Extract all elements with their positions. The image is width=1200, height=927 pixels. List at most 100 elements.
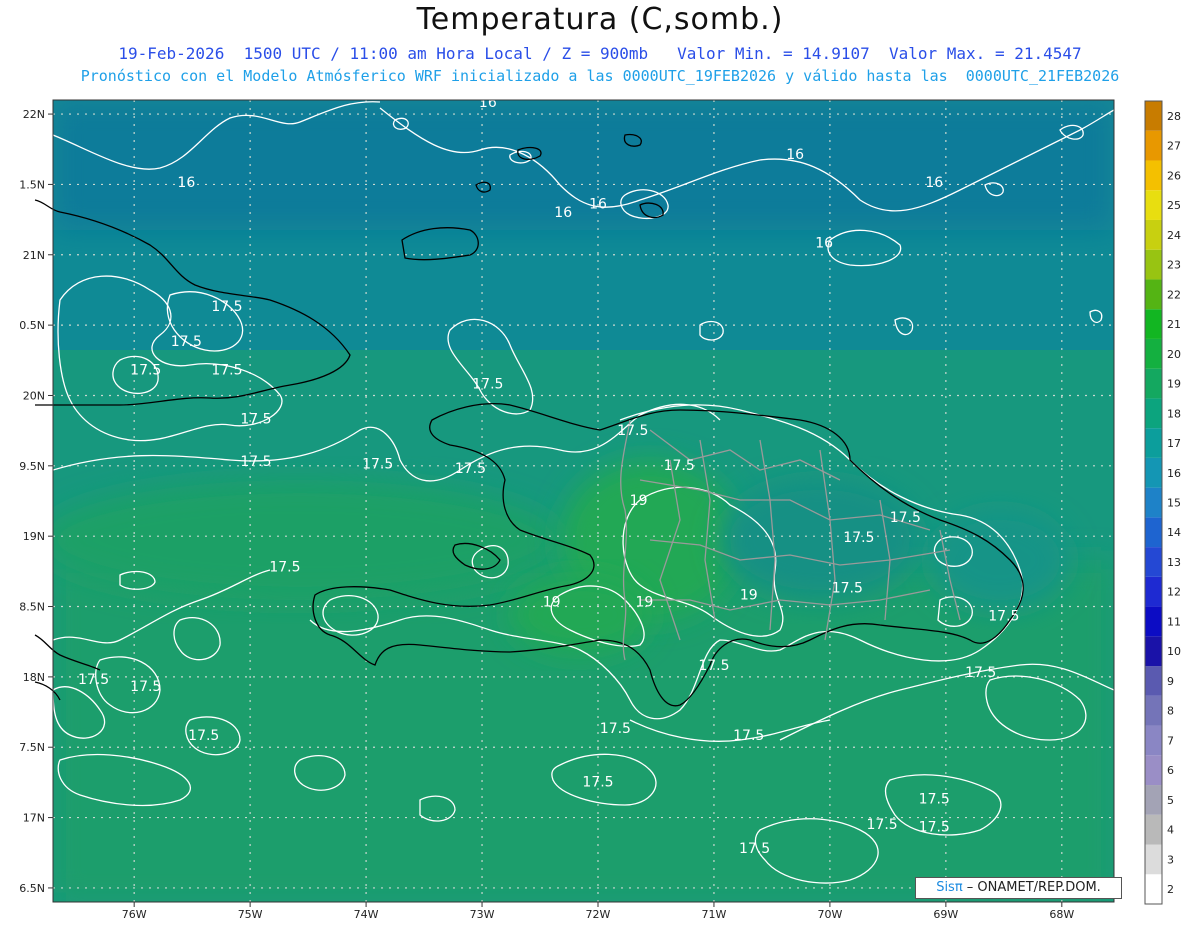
contour-label: 17.5	[211, 362, 242, 378]
colorbar-swatch	[1145, 636, 1162, 667]
colorbar-swatch	[1145, 785, 1162, 815]
colorbar-level-label: 18	[1167, 407, 1181, 420]
colorbar-swatch	[1145, 101, 1162, 131]
colorbar-level-label: 2	[1167, 883, 1174, 896]
contour-label: 17.5	[240, 454, 271, 470]
colorbar-swatch	[1145, 844, 1162, 875]
colorbar-swatch	[1145, 368, 1162, 399]
contour-label: 17.5	[269, 559, 300, 575]
contour-label: 17.5	[582, 775, 613, 791]
colorbar-level-label: 13	[1167, 556, 1181, 569]
credit-text: – ONAMET/REP.DOM.	[962, 880, 1101, 895]
lat-tick-label: 22N	[23, 108, 45, 121]
temperature-map: 16 16 16 16 16 16 16 17.5 17.5 17.5 17.5 17.5 17.5 17…	[19, 95, 1181, 921]
colorbar-level-label: 11	[1167, 615, 1181, 628]
lat-tick-label: 20N	[23, 389, 45, 402]
contour-label: 16	[589, 196, 607, 212]
colorbar-level-label: 28	[1167, 110, 1181, 123]
colorbar-swatch	[1145, 457, 1162, 488]
colorbar-swatch	[1145, 398, 1162, 429]
contour-label: 17.5	[188, 728, 219, 744]
credit-box: Sisπ – ONAMET/REP.DOM.	[915, 877, 1122, 899]
colorbar-swatch	[1145, 576, 1162, 607]
sispi-logo: Sisπ	[936, 880, 963, 895]
lat-tick-label: 6.5N	[19, 882, 45, 895]
colorbar-level-label: 27	[1167, 140, 1181, 153]
contour-label: 16	[554, 205, 572, 221]
colorbar-swatch	[1145, 755, 1162, 786]
colorbar-swatch	[1145, 487, 1162, 518]
contour-label: 17.5	[733, 728, 764, 744]
contour-label: 17.5	[919, 820, 950, 836]
contour-label: 17.5	[698, 658, 729, 674]
contour-label: 16	[786, 147, 804, 163]
colorbar-level-label: 5	[1167, 794, 1174, 807]
colorbar-level-label: 7	[1167, 734, 1174, 747]
contour-label: 17.5	[867, 817, 898, 833]
contour-label: 16	[479, 95, 497, 111]
contour-label: 17.5	[617, 423, 648, 439]
colorbar-level-label: 3	[1167, 853, 1174, 866]
colorbar-swatch	[1145, 160, 1162, 191]
colorbar-level-label: 14	[1167, 526, 1181, 539]
contour-label: 16	[925, 175, 943, 191]
contour-label: 17.5	[832, 580, 863, 596]
colorbar-level-label: 21	[1167, 318, 1181, 331]
colorbar-level-label: 25	[1167, 199, 1181, 212]
colorbar-swatch	[1145, 219, 1162, 250]
lat-tick-label: 19N	[23, 530, 45, 543]
contour-label: 17.5	[965, 665, 996, 681]
contour-label: 19	[543, 595, 561, 611]
colorbar-level-label: 6	[1167, 764, 1174, 777]
contour-label: 17.5	[455, 461, 486, 477]
contour-label: 17.5	[171, 334, 202, 350]
lon-tick-label: 68W	[1049, 908, 1074, 921]
colorbar-swatch	[1145, 874, 1162, 904]
colorbar-level-label: 10	[1167, 645, 1181, 658]
colorbar-swatch	[1145, 309, 1162, 339]
lat-tick-label: 7.5N	[19, 741, 45, 754]
colorbar-swatch	[1145, 279, 1162, 310]
colorbar: 2345678910111213141516171819202122232425…	[1144, 100, 1181, 905]
colorbar-swatch	[1145, 428, 1162, 458]
lat-tick-label: 18N	[23, 671, 45, 684]
colorbar-swatch	[1145, 190, 1162, 220]
lat-tick-label: 8.5N	[19, 601, 45, 614]
contour-label: 17.5	[890, 510, 921, 526]
colorbar-level-label: 15	[1167, 497, 1181, 510]
contour-label: 19	[630, 493, 648, 509]
colorbar-swatch	[1145, 249, 1162, 280]
colorbar-level-label: 17	[1167, 437, 1181, 450]
colorbar-level-label: 26	[1167, 169, 1181, 182]
lon-tick-label: 72W	[586, 908, 611, 921]
contour-label: 17.5	[211, 299, 242, 315]
colorbar-level-label: 20	[1167, 348, 1181, 361]
contour-label: 17.5	[240, 412, 271, 428]
contour-label: 17.5	[78, 672, 109, 688]
colorbar-level-label: 8	[1167, 705, 1174, 718]
contour-label: 16	[177, 175, 195, 191]
colorbar-swatch	[1145, 130, 1162, 161]
contour-label: 19	[635, 595, 653, 611]
contour-label: 17.5	[739, 841, 770, 857]
colorbar-level-label: 12	[1167, 586, 1181, 599]
contour-label: 17.5	[130, 362, 161, 378]
colorbar-swatch	[1145, 725, 1162, 756]
contour-label: 17.5	[988, 609, 1019, 625]
colorbar-level-label: 22	[1167, 288, 1181, 301]
lat-tick-label: 21N	[23, 249, 45, 262]
lat-tick-label: 17N	[23, 812, 45, 825]
colorbar-swatch	[1145, 814, 1162, 845]
lat-tick-label: 0.5N	[19, 319, 45, 332]
lat-tick-label: 1.5N	[19, 178, 45, 191]
lon-tick-label: 71W	[702, 908, 727, 921]
contour-label: 17.5	[130, 679, 161, 695]
contour-label: 17.5	[362, 457, 393, 473]
temperature-field	[53, 100, 1114, 902]
colorbar-swatch	[1145, 547, 1162, 577]
contour-label: 17.5	[919, 792, 950, 808]
colorbar-level-label: 16	[1167, 467, 1181, 480]
colorbar-swatch	[1145, 606, 1162, 637]
lon-tick-label: 69W	[933, 908, 958, 921]
lat-tick-label: 9.5N	[19, 460, 45, 473]
